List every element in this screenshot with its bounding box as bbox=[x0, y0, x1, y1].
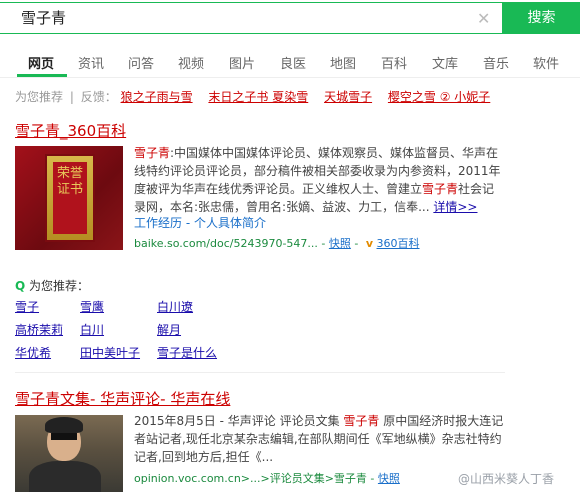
recommend-link[interactable]: 田中美叶子 bbox=[80, 344, 140, 361]
snapshot-link[interactable]: 快照 bbox=[378, 472, 400, 485]
clear-icon[interactable]: ✕ bbox=[477, 9, 490, 28]
active-tab-indicator bbox=[17, 74, 67, 77]
tab-baike[interactable]: 百科 bbox=[381, 53, 407, 72]
recommend-row: 为您推荐 | 反馈： 狼之子雨与雪 末日之子书 夏染雪 天城雪子 樱空之雪 ② … bbox=[15, 88, 502, 105]
search-button[interactable]: 搜索 bbox=[503, 2, 580, 34]
tab-video[interactable]: 视频 bbox=[178, 53, 204, 72]
certificate-image[interactable]: 荣誉证书 bbox=[15, 146, 123, 250]
highlight: 雪子青 bbox=[134, 146, 171, 160]
photo-body bbox=[29, 461, 101, 492]
recommend-link[interactable]: 白川 bbox=[80, 321, 104, 338]
result-description: 2015年8月5日 - 华声评论 评论员文集 雪子青 原中国经济时报大连记者站记… bbox=[134, 412, 506, 466]
recommend-link[interactable]: 雪子 bbox=[15, 298, 39, 315]
v-badge-icon: v bbox=[365, 237, 374, 250]
search-tabs: 网页 资讯 问答 视频 图片 良医 地图 百科 文库 音乐 软件 bbox=[0, 50, 580, 78]
tab-map[interactable]: 地图 bbox=[330, 53, 356, 72]
search-box[interactable]: ✕ bbox=[0, 2, 503, 34]
separator: | bbox=[69, 90, 74, 104]
recommend-link[interactable]: 天城雪子 bbox=[324, 90, 372, 104]
tab-music[interactable]: 音乐 bbox=[483, 53, 509, 72]
certificate-text: 荣誉证书 bbox=[53, 162, 87, 234]
tab-web[interactable]: 网页 bbox=[28, 53, 54, 72]
tab-software[interactable]: 软件 bbox=[533, 53, 559, 72]
tab-news[interactable]: 资讯 bbox=[78, 53, 104, 72]
recommend-link[interactable]: 雪鹰 bbox=[80, 298, 104, 315]
result-title[interactable]: 雪子青文集- 华声评论- 华声在线 bbox=[15, 388, 230, 409]
recommend-prefix: 为您推荐 bbox=[15, 90, 64, 104]
tab-wenku[interactable]: 文库 bbox=[432, 53, 458, 72]
result-url-line: baike.so.com/doc/5243970-547... - 快照 - v… bbox=[134, 237, 420, 250]
certificate-booklet: 荣誉证书 bbox=[45, 154, 95, 242]
recommend-link[interactable]: 末日之子书 夏染雪 bbox=[208, 90, 308, 104]
recommend-link[interactable]: 樱空之雪 ② 小妮子 bbox=[388, 90, 490, 104]
divider bbox=[15, 372, 505, 373]
sub-links[interactable]: 工作经历 - 个人具体简介 bbox=[134, 214, 266, 231]
result-description: 雪子青:中国媒体中国媒体评论员、媒体观察员、媒体监督员、华声在线特约评论员评论员… bbox=[134, 144, 504, 216]
desc-text: 2015年8月5日 - 华声评论 评论员文集 bbox=[134, 414, 344, 428]
watermark: @山西米葵人丁香 bbox=[458, 472, 555, 486]
tab-qa[interactable]: 问答 bbox=[128, 53, 154, 72]
result-url-line: opinion.voc.com.cn>...>评论员文集>雪子青 - 快照 bbox=[134, 472, 400, 485]
q-icon: Q bbox=[15, 279, 26, 293]
recommend-link[interactable]: 狼之子雨与雪 bbox=[121, 90, 193, 104]
feedback-link[interactable]: 反馈： bbox=[81, 90, 117, 104]
recommend-link[interactable]: 白川遼 bbox=[157, 298, 193, 315]
photo-hair bbox=[45, 417, 83, 433]
recommend-block-header: Q 为您推荐： bbox=[15, 277, 89, 294]
person-photo[interactable] bbox=[15, 415, 123, 492]
highlight: 雪子青 bbox=[343, 414, 380, 428]
recommend-link[interactable]: 华优希 bbox=[15, 344, 51, 361]
result-url: baike.so.com/doc/5243970-547... bbox=[134, 237, 318, 250]
recommend-block-title: 为您推荐： bbox=[29, 279, 90, 293]
tab-images[interactable]: 图片 bbox=[229, 53, 255, 72]
snapshot-link[interactable]: 快照 bbox=[329, 237, 351, 250]
recommend-link[interactable]: 高桥茉莉 bbox=[15, 321, 63, 338]
tab-doctor[interactable]: 良医 bbox=[280, 53, 306, 72]
search-input[interactable] bbox=[21, 8, 441, 26]
photo-eye-censor bbox=[51, 433, 77, 440]
result-title[interactable]: 雪子青_360百科 bbox=[15, 120, 126, 141]
recommend-link[interactable]: 雪子是什么 bbox=[157, 344, 217, 361]
details-link[interactable]: 详情>> bbox=[433, 200, 477, 214]
highlight: 雪子青 bbox=[422, 182, 459, 196]
search-bar: 索 ✕ 搜索 bbox=[0, 0, 580, 36]
result-url: opinion.voc.com.cn>...>评论员文集>雪子青 bbox=[134, 472, 367, 485]
recommend-link[interactable]: 解月 bbox=[157, 321, 181, 338]
source-badge-link[interactable]: 360百科 bbox=[377, 237, 420, 250]
